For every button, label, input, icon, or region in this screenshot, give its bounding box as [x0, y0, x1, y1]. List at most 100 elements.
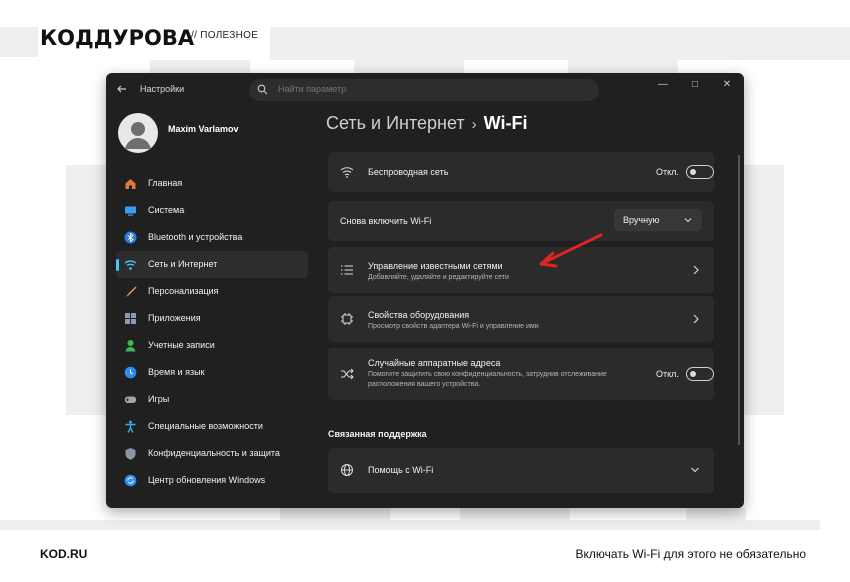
search-input[interactable] [278, 84, 578, 94]
hardware-properties-title: Свойства оборудования [368, 310, 470, 320]
search-box[interactable] [249, 79, 599, 101]
background-block [354, 60, 464, 74]
chevron-right-icon [693, 314, 699, 324]
sidebar-item-globe-clock[interactable]: Время и язык [116, 359, 308, 386]
globe-clock-icon [124, 366, 137, 379]
background-block [568, 60, 678, 74]
wireless-network-title: Беспроводная сеть [368, 167, 449, 177]
sidebar-item-update[interactable]: Центр обновления Windows [116, 467, 308, 494]
sidebar-item-label: Конфиденциальность и защита [148, 448, 280, 458]
manage-known-networks-title: Управление известными сетями [368, 261, 503, 271]
random-hardware-addresses-card: Случайные аппаратные адреса Помогите защ… [328, 348, 714, 400]
sidebar-item-label: Учетные записи [148, 340, 215, 350]
user-name: Maxim Varlamov [168, 124, 239, 134]
toggle-knob [690, 169, 696, 175]
sidebar-item-label: Специальные возможности [148, 421, 263, 431]
sidebar-item-label: Сеть и Интернет [148, 259, 218, 269]
wifi-icon [124, 260, 137, 270]
globe-icon [341, 464, 353, 476]
sidebar-nav: Главная Система Bluetooth и устройства Сеть… [116, 170, 308, 494]
help-wifi-card[interactable]: Помощь с Wi-Fi [328, 448, 714, 493]
sidebar-item-home[interactable]: Главная [116, 170, 308, 197]
minimize-icon[interactable]: — [652, 78, 674, 92]
breadcrumb-separator: › [471, 116, 477, 133]
background-block [280, 508, 390, 522]
maximize-icon[interactable]: □ [684, 78, 706, 92]
gamepad-icon [124, 396, 137, 403]
sidebar-item-label: Игры [148, 394, 170, 404]
random-hardware-addresses-title: Случайные аппаратные адреса [368, 358, 501, 368]
apps-icon [125, 313, 136, 324]
list-icon [341, 265, 353, 275]
chip-icon [341, 313, 353, 325]
sidebar-item-apps[interactable]: Приложения [116, 305, 308, 332]
dropdown-value: Вручную [623, 215, 660, 225]
random-hardware-addresses-desc: Помогите защитить свою конфиденциальност… [368, 371, 607, 388]
footer-site: KOD.RU [40, 547, 88, 561]
sidebar-item-account[interactable]: Учетные записи [116, 332, 308, 359]
reenable-wifi-dropdown[interactable]: Вручную [614, 209, 702, 231]
avatar[interactable] [118, 113, 158, 153]
sidebar-item-wifi[interactable]: Сеть и Интернет [116, 251, 308, 278]
sidebar-item-brush[interactable]: Персонализация [116, 278, 308, 305]
chevron-down-icon [684, 218, 692, 223]
background-block [66, 165, 106, 415]
shield-icon [125, 448, 136, 460]
shuffle-icon [341, 368, 354, 380]
search-icon [257, 84, 268, 95]
sidebar-item-label: Bluetooth и устройства [148, 232, 243, 242]
background-block [460, 508, 570, 522]
sidebar-item-label: Приложения [148, 313, 201, 323]
page-title: Wi-Fi [483, 113, 528, 133]
sidebar-item-label: Главная [148, 178, 183, 188]
reenable-wifi-card: Снова включить Wi-Fi Вручную [328, 201, 714, 241]
background-block [744, 165, 784, 415]
section-label: // ПОЛЕЗНОЕ [191, 30, 259, 41]
sidebar-item-label: Центр обновления Windows [148, 475, 266, 485]
home-icon [125, 179, 136, 189]
related-support-heading: Связанная поддержка [328, 429, 427, 439]
sidebar-item-label: Персонализация [148, 286, 219, 296]
wireless-toggle-state: Откл. [656, 167, 679, 177]
window-title: Настройки [140, 84, 185, 94]
random-mac-toggle-state: Откл. [656, 369, 679, 379]
site-logo: КОДДУРОВА [40, 26, 195, 50]
toggle-knob [690, 371, 696, 377]
help-wifi-title: Помощь с Wi-Fi [368, 465, 434, 475]
account-icon [125, 340, 136, 352]
wireless-network-card: Беспроводная сеть Откл. [328, 152, 714, 192]
back-arrow-icon[interactable] [116, 83, 130, 97]
background-block [0, 27, 38, 57]
breadcrumb-parent[interactable]: Сеть и Интернет [326, 113, 465, 133]
sidebar-item-accessibility[interactable]: Специальные возможности [116, 413, 308, 440]
sidebar-item-label: Система [148, 205, 185, 215]
hardware-properties-card[interactable]: Свойства оборудования Просмотр свойств а… [328, 296, 714, 342]
update-icon [124, 474, 137, 487]
sidebar-item-bluetooth[interactable]: Bluetooth и устройства [116, 224, 308, 251]
accessibility-icon [125, 420, 136, 433]
manage-known-networks-card[interactable]: Управление известными сетями Добавляйте,… [328, 247, 714, 293]
footer-caption: Включать Wi-Fi для этого не обязательно [575, 547, 806, 561]
wifi-icon [340, 167, 354, 178]
settings-window: Настройки — □ ✕ Maxim Varlamov Главная Си… [106, 73, 744, 508]
brush-icon [126, 286, 137, 297]
sidebar-item-label: Время и язык [148, 367, 205, 377]
background-block [686, 508, 746, 522]
sidebar-item-shield[interactable]: Конфиденциальность и защита [116, 440, 308, 467]
wireless-toggle[interactable] [686, 165, 714, 179]
reenable-wifi-title: Снова включить Wi-Fi [340, 216, 432, 226]
breadcrumb: Сеть и Интернет › Wi-Fi [326, 113, 527, 134]
manage-known-networks-desc: Добавляйте, удаляйте и редактируйте сети [368, 274, 509, 281]
hardware-properties-desc: Просмотр свойств адаптера Wi-Fi и управл… [368, 323, 539, 330]
background-block [150, 60, 250, 74]
bluetooth-icon [124, 231, 137, 244]
background-block [270, 27, 850, 60]
close-icon[interactable]: ✕ [716, 78, 738, 92]
random-mac-toggle[interactable] [686, 367, 714, 381]
chevron-right-icon [693, 265, 699, 275]
system-icon [125, 206, 136, 216]
scrollbar[interactable] [738, 155, 740, 445]
sidebar-item-gamepad[interactable]: Игры [116, 386, 308, 413]
title-bar: Настройки — □ ✕ [106, 73, 744, 107]
sidebar-item-system[interactable]: Система [116, 197, 308, 224]
